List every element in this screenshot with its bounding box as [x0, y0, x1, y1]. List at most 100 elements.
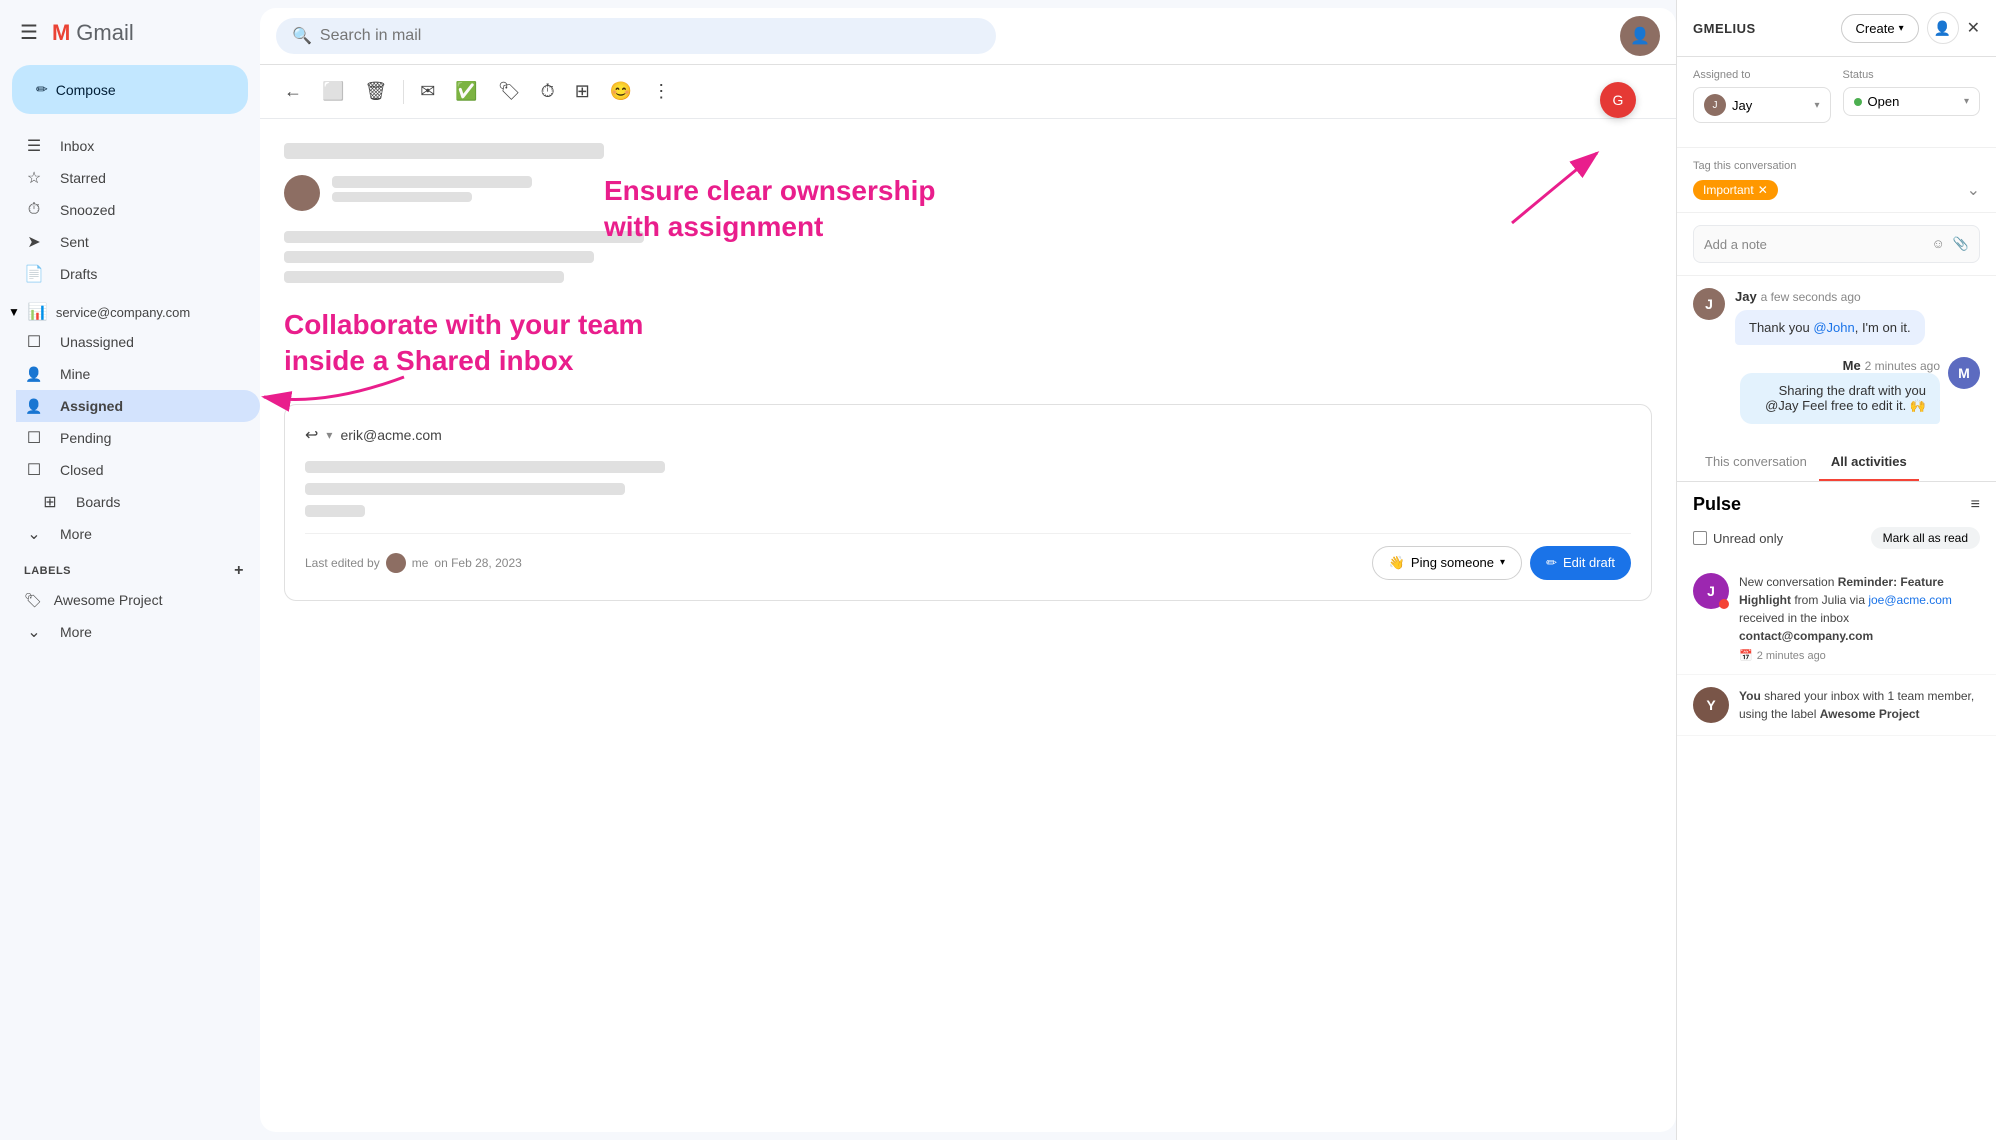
sidebar-item-more-2[interactable]: ⌄ More [0, 616, 244, 648]
status-label: Status [1843, 69, 1981, 81]
me-avatar: M [1948, 357, 1980, 389]
shared-inbox-header[interactable]: ▼ 📊 service@company.com [0, 298, 244, 326]
status-dropdown[interactable]: Open ▾ [1843, 87, 1981, 116]
activity-link-1[interactable]: joe@acme.com [1868, 593, 1952, 607]
this-conversation-label: This conversation [1705, 454, 1807, 469]
calendar-icon-1: 📅 [1739, 649, 1753, 662]
label-button[interactable]: 🏷 [490, 73, 529, 110]
gmail-header: ☰ M Gmail [0, 8, 260, 61]
tasks-button[interactable]: ⊞ [567, 73, 598, 110]
user-avatar[interactable]: 👤 [1620, 16, 1660, 56]
create-dropdown-icon: ▾ [1899, 23, 1904, 34]
ping-dropdown-icon: ▾ [1500, 557, 1505, 568]
delete-button[interactable]: 🗑 [356, 73, 395, 110]
tab-this-conversation[interactable]: This conversation [1693, 444, 1819, 481]
skeleton-sender-email [332, 192, 472, 202]
activity-content-1: New conversation Reminder: Feature Highl… [1739, 573, 1980, 662]
snooze-button[interactable]: ⏱ [533, 73, 563, 110]
activity-item-2: Y You shared your inbox with 1 team memb… [1677, 675, 1996, 736]
assigned-icon: 👤 [24, 398, 44, 415]
search-input[interactable] [320, 27, 980, 45]
annotation-area-bottom: Collaborate with your teaminside a Share… [284, 307, 1652, 380]
sidebar-item-unassigned[interactable]: ☐ Unassigned [16, 326, 260, 358]
tag-remove-button[interactable]: ✕ [1758, 183, 1768, 197]
ping-button[interactable]: 👋 Ping someone ▾ [1372, 546, 1522, 580]
draft-footer: Last edited by me on Feb 28, 2023 👋 Ping… [305, 533, 1631, 580]
sidebar-item-sent[interactable]: ➤ Sent [0, 226, 244, 258]
draft-area: ↩ ▾ erik@acme.com Last edited by me on F… [284, 404, 1652, 601]
add-label-button[interactable]: + [234, 562, 244, 580]
notes-input[interactable]: Add a note ☺ 📎 [1693, 225, 1980, 263]
draft-date-label: on Feb 28, 2023 [434, 556, 521, 570]
gmail-logo: M Gmail [52, 20, 134, 46]
activity-avatar-2: Y [1693, 687, 1729, 723]
archive-button[interactable]: ⬜ [314, 73, 352, 110]
label-awesome-project[interactable]: 🏷 Awesome Project [0, 584, 244, 616]
sidebar-item-mine[interactable]: 👤 Mine [16, 358, 260, 390]
me-name: Me [1843, 358, 1861, 373]
jay-message-bubble: Thank you @John, I'm on it. [1735, 310, 1925, 345]
mark-all-read-button[interactable]: Mark all as read [1871, 527, 1980, 549]
unassigned-label: Unassigned [60, 334, 134, 350]
assigned-to-label: Assigned to [1693, 69, 1831, 81]
gmail-logo-m: M [52, 20, 70, 46]
emoji-icon[interactable]: ☺ [1932, 236, 1945, 252]
drafts-label: Drafts [60, 266, 97, 282]
assignee-dropdown[interactable]: J Jay ▾ [1693, 87, 1831, 123]
more-button[interactable]: ⋮ [644, 73, 678, 110]
activity-tabs: This conversation All activities [1677, 444, 1996, 482]
draft-footer-right: 👋 Ping someone ▾ ✏ Edit draft [1372, 546, 1631, 580]
sidebar-item-inbox[interactable]: ☰ Inbox [0, 130, 244, 162]
gmelius-close-button[interactable]: ✕ [1967, 18, 1980, 38]
label-color-icon: 🏷 [24, 592, 42, 609]
shared-inbox-email: service@company.com [56, 305, 190, 320]
activity-timestamp-1: 2 minutes ago [1757, 650, 1826, 662]
back-button[interactable]: ← [276, 73, 310, 110]
gmelius-fab[interactable]: G [1600, 82, 1636, 118]
unread-checkbox[interactable] [1693, 531, 1707, 545]
activity-dot-1 [1719, 599, 1729, 609]
star-icon: ☆ [24, 168, 44, 188]
sidebar-item-snoozed[interactable]: ⏱ Snoozed [0, 194, 244, 226]
draft-footer-left: Last edited by me on Feb 28, 2023 [305, 553, 522, 573]
tag-section: Tag this conversation Important ✕ ⌄ [1677, 148, 1996, 213]
email-toolbar: ← ⬜ 🗑 ✉ ✅ 🏷 ⏱ ⊞ 😊 ⋮ G [260, 65, 1676, 119]
tag-row: Important ✕ ⌄ [1693, 180, 1980, 200]
sidebar-item-boards[interactable]: ⊞ Boards [16, 486, 244, 518]
mark-button[interactable]: ✉ [412, 73, 443, 110]
shared-inbox-items: ☐ Unassigned 👤 Mine 👤 Assigned ☐ Pending… [16, 326, 260, 486]
unassigned-icon: ☐ [24, 332, 44, 352]
emoji-button[interactable]: 😊 [602, 73, 640, 110]
sidebar-item-assigned[interactable]: 👤 Assigned [16, 390, 260, 422]
draft-last-edited-label: Last edited by [305, 556, 380, 570]
pulse-filter-icon[interactable]: ≡ [1971, 496, 1980, 514]
compose-button[interactable]: ✏ Compose [12, 65, 248, 114]
done-button[interactable]: ✅ [447, 73, 485, 110]
sidebar-item-pending[interactable]: ☐ Pending [16, 422, 260, 454]
edit-icon: ✏ [1546, 555, 1557, 571]
attachment-icon[interactable]: 📎 [1953, 236, 1969, 252]
jay-message-content: Jay a few seconds ago Thank you @John, I… [1735, 288, 1925, 345]
create-button[interactable]: Create ▾ [1841, 14, 1919, 43]
me-time: 2 minutes ago [1865, 359, 1940, 373]
sidebar-item-drafts[interactable]: 📄 Drafts [0, 258, 244, 290]
reply-icon: ↩ [305, 425, 318, 445]
closed-icon: ☐ [24, 460, 44, 480]
collapse-icon: ▼ [8, 305, 20, 319]
ping-icon: 👋 [1389, 555, 1405, 571]
dropdown-icon[interactable]: ▾ [326, 428, 332, 442]
starred-label: Starred [60, 170, 106, 186]
edit-draft-button[interactable]: ✏ Edit draft [1530, 546, 1631, 580]
tag-expand-button[interactable]: ⌄ [1967, 180, 1980, 200]
toolbar-divider [403, 80, 404, 104]
search-bar[interactable]: 🔍 [276, 18, 996, 54]
unread-only-row: Unread only [1693, 531, 1783, 546]
notes-section: Add a note ☺ 📎 [1677, 213, 1996, 276]
sidebar-item-more-1[interactable]: ⌄ More [0, 518, 244, 550]
sidebar-item-starred[interactable]: ☆ Starred [0, 162, 244, 194]
hamburger-icon[interactable]: ☰ [16, 16, 42, 49]
gmelius-account-icon[interactable]: 👤 [1927, 12, 1959, 44]
sidebar-item-closed[interactable]: ☐ Closed [16, 454, 260, 486]
sender-row [284, 175, 1652, 211]
tab-all-activities[interactable]: All activities [1819, 444, 1919, 481]
